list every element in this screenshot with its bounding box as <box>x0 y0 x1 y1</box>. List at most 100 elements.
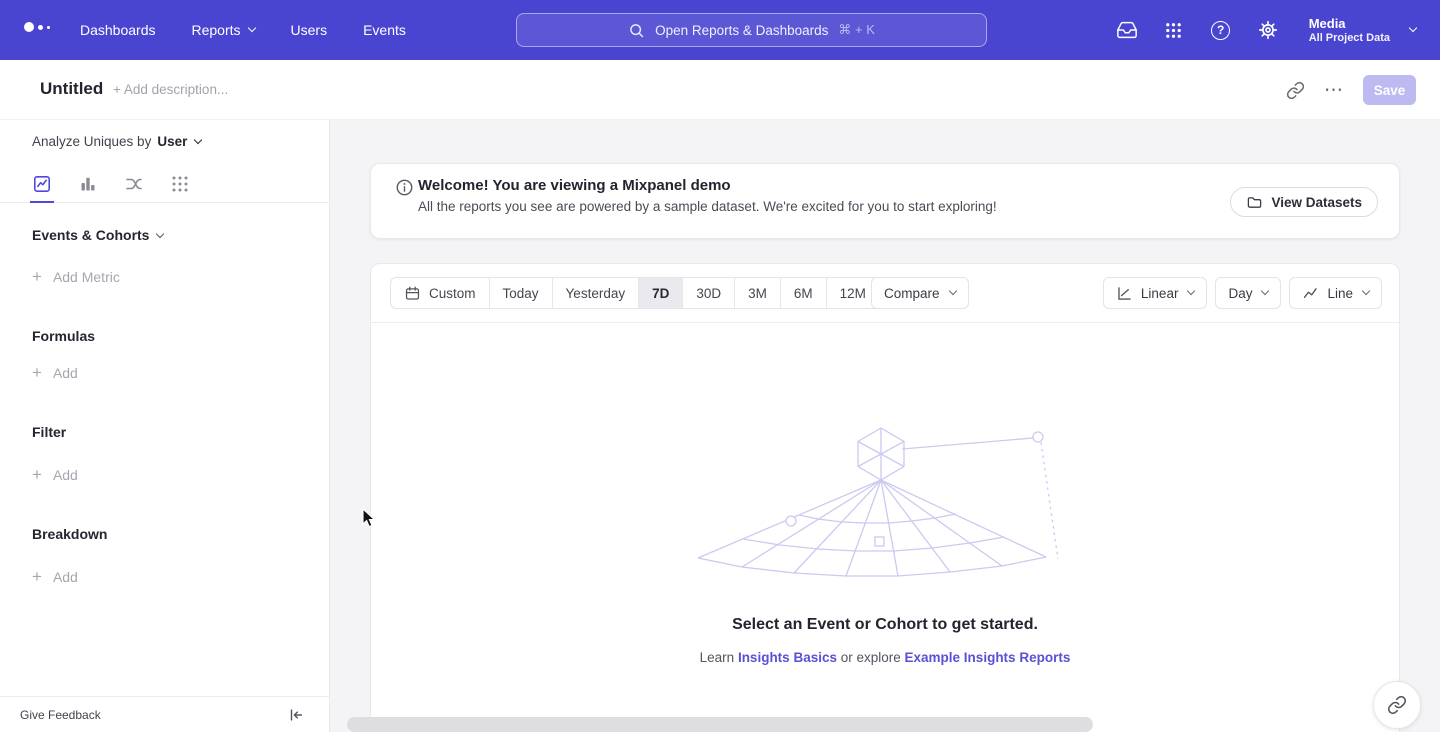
info-icon <box>395 178 414 202</box>
primary-nav: Dashboards Reports Users Events <box>80 0 406 60</box>
give-feedback-link[interactable]: Give Feedback <box>20 708 101 722</box>
metric-type-tabs <box>0 166 329 203</box>
add-filter-button[interactable]: +Add <box>32 466 78 483</box>
date-range-today[interactable]: Today <box>489 278 552 308</box>
analyze-label: Analyze Uniques by <box>32 134 151 149</box>
plus-icon: + <box>32 466 42 483</box>
add-metric-button[interactable]: +Add Metric <box>32 268 120 285</box>
add-formula-button[interactable]: +Add <box>32 364 78 381</box>
report-header: Untitled + Add description... ⋯ Save <box>0 60 1440 120</box>
report-description-placeholder[interactable]: + Add description... <box>113 82 228 97</box>
mixpanel-logo[interactable] <box>24 22 50 32</box>
app-window: Dashboards Reports Users Events Open Rep… <box>0 0 1440 732</box>
nav-dashboards[interactable]: Dashboards <box>80 22 156 38</box>
inbox-icon <box>1116 19 1138 41</box>
compare-label: Compare <box>884 286 940 301</box>
tab-insights[interactable] <box>30 172 54 196</box>
date-range-custom[interactable]: Custom <box>391 278 489 308</box>
view-datasets-label: View Datasets <box>1271 195 1362 210</box>
analyze-value: User <box>157 134 187 149</box>
project-switcher[interactable]: Media All Project Data <box>1309 16 1416 45</box>
search-placeholder: Open Reports & Dashboards <box>655 23 828 38</box>
chevron-down-icon <box>194 135 202 143</box>
horizontal-scrollbar[interactable] <box>347 717 1093 732</box>
settings-button[interactable] <box>1256 18 1280 42</box>
collapse-sidebar-button[interactable] <box>287 706 305 724</box>
interval-dropdown[interactable]: Day <box>1215 277 1281 309</box>
linear-scale-icon <box>1116 285 1133 302</box>
chevron-down-icon <box>1362 287 1370 295</box>
chart-toolbar: Custom Today Yesterday 7D 30D 3M 6M 12M … <box>371 264 1399 323</box>
share-link-fab[interactable] <box>1373 681 1421 729</box>
range-label: Yesterday <box>566 286 626 301</box>
filter-header: Filter <box>32 424 66 440</box>
bar-chart-icon <box>78 174 98 194</box>
chevron-down-icon <box>156 230 164 238</box>
scale-dropdown[interactable]: Linear <box>1103 277 1208 309</box>
chart-type-dropdown[interactable]: Line <box>1289 277 1382 309</box>
project-name: Media <box>1309 16 1390 33</box>
inbox-button[interactable] <box>1115 18 1139 42</box>
logo-dot <box>47 26 50 29</box>
events-cohorts-header[interactable]: Events & Cohorts <box>32 227 163 243</box>
add-label: Add <box>53 569 78 585</box>
chevron-down-icon <box>1187 287 1195 295</box>
nav-label: Dashboards <box>80 22 156 38</box>
tab-bar-chart[interactable] <box>76 172 100 196</box>
project-scope: All Project Data <box>1309 32 1390 44</box>
filter-label: Filter <box>32 424 66 440</box>
analyze-by-dropdown[interactable]: User <box>157 134 201 149</box>
nav-reports[interactable]: Reports <box>192 22 255 38</box>
date-range-control: Custom Today Yesterday 7D 30D 3M 6M 12M <box>390 277 880 309</box>
copy-link-button[interactable] <box>1286 81 1305 100</box>
collapse-left-icon <box>287 706 305 724</box>
help-icon: ? <box>1211 21 1230 40</box>
sidebar-footer: Give Feedback <box>0 696 329 732</box>
nav-label: Events <box>363 22 406 38</box>
tab-flows[interactable] <box>122 172 146 196</box>
global-search-bar[interactable]: Open Reports & Dashboards ⌘ + K <box>516 13 987 47</box>
formulas-header: Formulas <box>32 328 95 344</box>
analyze-uniques-row: Analyze Uniques by User <box>32 134 201 149</box>
events-cohorts-label: Events & Cohorts <box>32 227 149 243</box>
range-label: 3M <box>748 286 767 301</box>
nav-users[interactable]: Users <box>291 22 328 38</box>
tab-more-charts[interactable] <box>168 172 192 196</box>
logo-dot <box>38 25 43 30</box>
view-datasets-button[interactable]: View Datasets <box>1230 187 1378 217</box>
more-options-button[interactable]: ⋯ <box>1324 81 1344 100</box>
insights-basics-link[interactable]: Insights Basics <box>738 650 837 665</box>
date-range-30d[interactable]: 30D <box>682 278 734 308</box>
search-shortcut: ⌘ + K <box>838 22 875 38</box>
interval-label: Day <box>1228 286 1252 301</box>
add-label: Add <box>53 365 78 381</box>
date-range-6m[interactable]: 6M <box>780 278 826 308</box>
help-glyph: ? <box>1217 23 1224 37</box>
breakdown-label: Breakdown <box>32 526 107 542</box>
line-chart-icon <box>1302 285 1319 302</box>
report-title[interactable]: Untitled <box>40 79 103 99</box>
date-range-yesterday[interactable]: Yesterday <box>552 278 639 308</box>
add-breakdown-button[interactable]: +Add <box>32 568 78 585</box>
compare-button[interactable]: Compare <box>871 277 969 309</box>
nav-label: Reports <box>192 22 241 38</box>
save-button[interactable]: Save <box>1363 75 1416 105</box>
project-text: Media All Project Data <box>1309 16 1390 45</box>
line-chart-box-icon <box>32 174 52 194</box>
learn-text: Learn <box>700 650 738 665</box>
help-button[interactable]: ? <box>1209 18 1233 42</box>
date-range-3m[interactable]: 3M <box>734 278 780 308</box>
nav-events[interactable]: Events <box>363 22 406 38</box>
range-label: 12M <box>840 286 866 301</box>
empty-state-illustration <box>696 422 1076 582</box>
formulas-label: Formulas <box>32 328 95 344</box>
scale-label: Linear <box>1141 286 1179 301</box>
range-label: Today <box>503 286 539 301</box>
link-icon <box>1286 81 1305 100</box>
banner-title: Welcome! You are viewing a Mixpanel demo <box>418 177 731 194</box>
apps-grid-button[interactable] <box>1162 18 1186 42</box>
example-insights-reports-link[interactable]: Example Insights Reports <box>905 650 1071 665</box>
plus-icon: + <box>32 268 42 285</box>
date-range-7d[interactable]: 7D <box>638 278 682 308</box>
folder-icon <box>1246 194 1263 211</box>
